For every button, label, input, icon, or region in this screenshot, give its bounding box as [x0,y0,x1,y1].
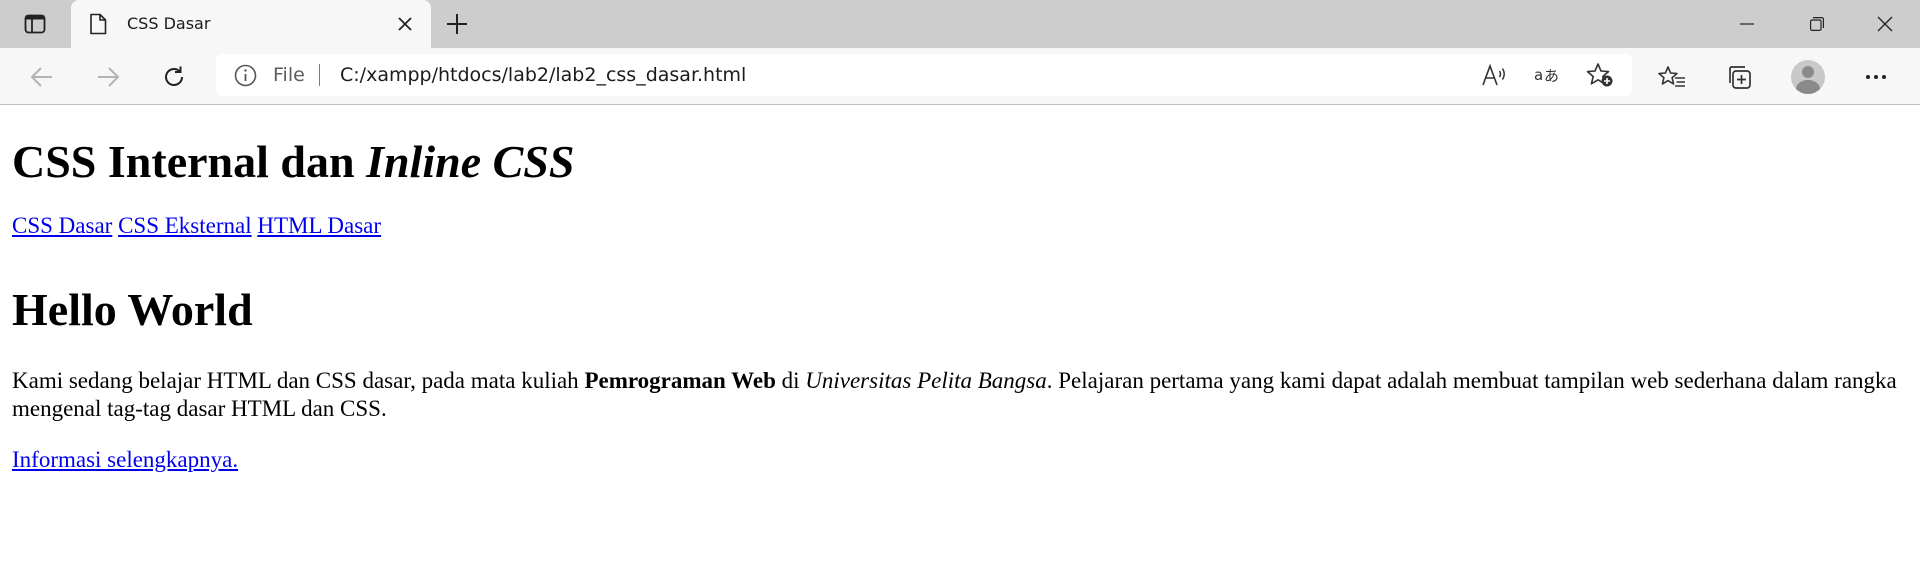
info-icon[interactable] [234,64,257,87]
tab-close-button[interactable] [393,12,417,36]
tab-strip: CSS Dasar [0,0,1920,48]
page-heading-text: CSS Internal dan [12,136,367,187]
forward-arrow-icon [96,66,120,88]
close-icon [398,17,412,31]
translate-icon: aあ [1534,64,1562,86]
paragraph-italic: Universitas Pelita Bangsa [805,368,1047,393]
more-options-button[interactable] [1858,59,1894,95]
svg-text:あ: あ [1544,67,1559,85]
paragraph-text: Kami sedang belajar HTML dan CSS dasar, … [12,368,585,393]
restore-button[interactable] [1789,0,1845,48]
more-options-icon [1865,74,1887,80]
back-arrow-icon [30,66,54,88]
new-tab-button[interactable] [441,10,473,38]
nav-link-html-dasar[interactable]: HTML Dasar [257,213,381,238]
refresh-button[interactable] [156,59,192,95]
nav-links: CSS Dasar CSS Eksternal HTML Dasar [12,212,1908,240]
page-icon [89,13,107,35]
minimize-button[interactable] [1719,0,1775,48]
more-info: Informasi selengkapnya. [12,446,1908,474]
page-content: CSS Internal dan Inline CSS CSS Dasar CS… [0,136,1920,474]
add-favorite-icon [1586,62,1614,88]
window-close-button[interactable] [1857,0,1913,48]
translate-button[interactable]: aあ [1530,57,1566,93]
profile-button[interactable] [1790,59,1826,95]
back-button[interactable] [24,59,60,95]
tab-actions-icon [24,14,46,34]
restore-icon [1810,17,1824,31]
browser-tab[interactable]: CSS Dasar [71,0,431,48]
forward-button[interactable] [90,59,126,95]
tab-actions-button[interactable] [12,8,58,40]
paragraph-text: di [775,368,806,393]
minimize-icon [1740,17,1754,31]
collections-icon [1726,64,1752,90]
address-bar[interactable]: File C:/xampp/htdocs/lab2/lab2_css_dasar… [216,54,1632,96]
read-aloud-button[interactable] [1476,57,1512,93]
refresh-icon [162,65,186,89]
address-separator [319,64,320,86]
plus-icon [446,13,468,35]
browser-toolbar: File C:/xampp/htdocs/lab2/lab2_css_dasar… [0,48,1920,105]
hello-heading: Hello World [12,284,253,335]
nav-link-css-dasar[interactable]: CSS Dasar [12,213,112,238]
paragraph-bold: Pemrograman Web [584,368,776,393]
address-url[interactable]: C:/xampp/htdocs/lab2/lab2_css_dasar.html [340,54,746,96]
read-aloud-icon [1481,63,1507,87]
address-scheme: File [273,64,305,86]
tab-title: CSS Dasar [127,14,211,33]
intro-paragraph: Kami sedang belajar HTML dan CSS dasar, … [12,367,1908,423]
close-icon [1877,16,1893,32]
collections-button[interactable] [1721,59,1757,95]
favorites-button[interactable] [1654,59,1690,95]
svg-text:a: a [1534,66,1543,84]
profile-avatar [1791,60,1825,94]
page-heading: CSS Internal dan Inline CSS [12,136,1908,188]
more-info-link[interactable]: Informasi selengkapnya. [12,447,238,472]
add-favorite-button[interactable] [1582,57,1618,93]
page-heading-italic: Inline CSS [366,136,575,187]
nav-link-css-eksternal[interactable]: CSS Eksternal [118,213,252,238]
favorites-icon [1658,65,1686,89]
